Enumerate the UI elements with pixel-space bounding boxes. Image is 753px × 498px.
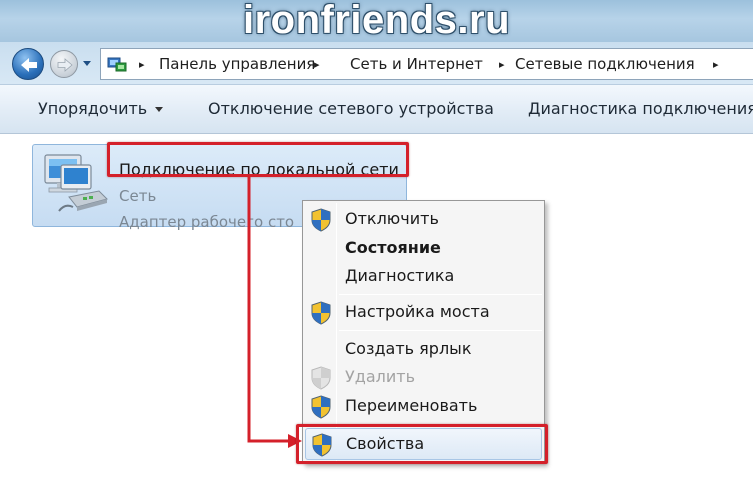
menu-item-delete: Удалить — [305, 363, 542, 391]
menu-item-label: Настройка моста — [345, 302, 490, 321]
uac-shield-icon — [311, 208, 331, 232]
uac-shield-disabled-icon — [311, 366, 331, 390]
menu-item-disable[interactable]: Отключить — [305, 205, 542, 233]
menu-item-label: Диагностика — [345, 266, 455, 285]
menu-item-label: Удалить — [345, 367, 415, 386]
menu-item-diagnostics[interactable]: Диагностика — [305, 262, 542, 290]
highlight-frame-properties — [296, 424, 548, 464]
menu-item-status[interactable]: Состояние — [305, 234, 542, 262]
uac-shield-icon — [311, 301, 331, 325]
menu-item-bridge[interactable]: Настройка моста — [305, 298, 542, 326]
menu-item-rename[interactable]: Переименовать — [305, 392, 542, 420]
menu-item-label: Отключить — [345, 209, 439, 228]
menu-item-create-shortcut[interactable]: Создать ярлык — [305, 335, 542, 363]
menu-item-label: Состояние — [345, 238, 441, 257]
menu-item-label: Переименовать — [345, 396, 478, 415]
uac-shield-icon — [311, 395, 331, 419]
menu-item-label: Создать ярлык — [345, 339, 472, 358]
menu-separator — [339, 294, 542, 295]
menu-separator — [339, 330, 542, 331]
